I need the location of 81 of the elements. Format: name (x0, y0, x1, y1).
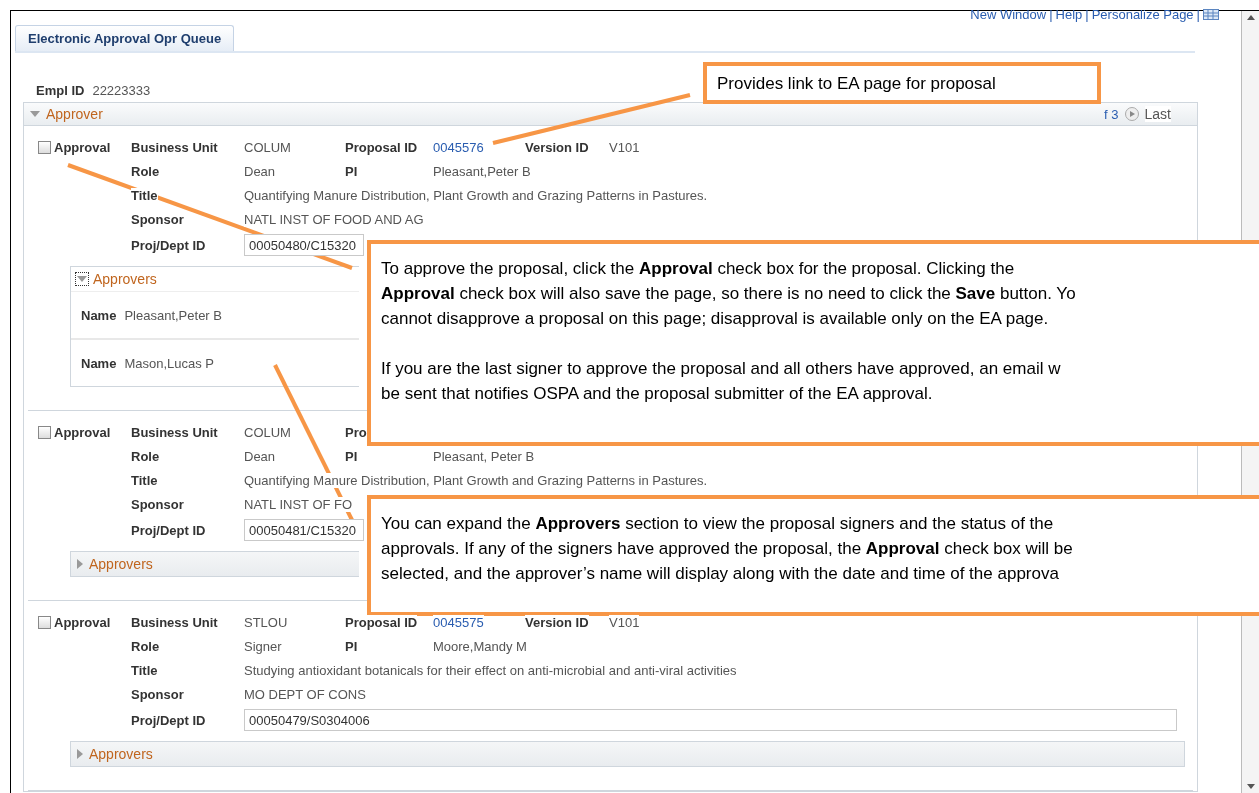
field-value: V101 (609, 140, 640, 155)
checkbox[interactable] (38, 140, 51, 154)
callout-text: Provides link to EA page for proposal (717, 73, 997, 95)
field-label: Role (131, 639, 160, 654)
field-label: Pro (345, 425, 367, 440)
header-link[interactable]: Help (1055, 6, 1083, 22)
approval-checkbox[interactable]: Approval (38, 614, 131, 630)
field-label: Proj/Dept ID (131, 713, 206, 728)
approvers-header[interactable]: Approvers (71, 742, 1184, 766)
field-label: Proposal ID (345, 140, 418, 155)
callout-text: be sent that notifies OSPA and the proposal submitter of the EA approval. (381, 383, 934, 405)
input-field[interactable]: 00050479/S0304006 (244, 709, 1177, 731)
field-label: Title (131, 188, 158, 203)
callout-text: If you are the last signer to approve the proposal and all others have approved, an email w (381, 358, 1062, 380)
field-value: NATL INST OF FOOD AND AG (244, 212, 424, 227)
callout-text: selected, and the approver’s name will display along with the date and time of the approva (381, 563, 1060, 585)
page-count: f 3 (1104, 106, 1119, 122)
field-label: Title (131, 473, 158, 488)
proposal-link[interactable]: 0045576 (433, 140, 484, 155)
input-field[interactable]: 00050481/C15320 (244, 519, 364, 541)
field-label: PI (345, 164, 358, 179)
link-separator: | (1049, 6, 1053, 22)
link-separator: | (1085, 6, 1089, 22)
field-label: Version ID (525, 615, 589, 630)
field-value: Quantifying Manure Distribution, Plant Growth and Grazing Patterns in Pastures. (244, 188, 708, 203)
link-separator: | (1196, 6, 1200, 22)
approval-checkbox[interactable]: Approval (38, 424, 131, 440)
callout-text: Approval check box will also save the page, so there is no need to click the Save button. Yo (381, 283, 1077, 305)
field-value: COLUM (244, 140, 291, 155)
collapse-triangle-icon[interactable] (77, 274, 87, 284)
checkbox[interactable] (38, 615, 51, 629)
field-label: Sponsor (131, 212, 184, 227)
callout-text: cannot disapprove a proposal on this page; disapproval is available only on the EA page. (381, 308, 1050, 330)
field-label: Proposal ID (345, 615, 418, 630)
field-label: Version ID (525, 140, 589, 155)
field-value: Quantifying Manure Distribution, Plant Growth and Grazing Patterns in Pastures. (244, 473, 708, 488)
field-label: PI (345, 639, 358, 654)
field-label: Title (131, 663, 158, 678)
field-label: Sponsor (131, 497, 184, 512)
field-value: COLUM (244, 425, 291, 440)
field-value: Pleasant,Peter B (433, 164, 531, 179)
callout-text: You can expand the Approvers section to view the proposal signers and the status of the (381, 513, 1055, 535)
field-value: Pleasant, Peter B (433, 449, 535, 464)
approval-checkbox[interactable]: Approval (38, 139, 131, 155)
field-label: Business Unit (131, 140, 218, 155)
field-value: V101 (609, 615, 640, 630)
field-value: STLOU (244, 615, 288, 630)
field-value: Studying antioxidant botanicals for their effect on anti-microbial and anti-viral activities (244, 663, 737, 678)
field-value: Dean (244, 449, 276, 464)
field-value: Signer (244, 639, 282, 654)
field-label: Role (131, 449, 160, 464)
scroll-up-icon[interactable] (1246, 15, 1255, 20)
header-link[interactable]: Personalize Page (1091, 6, 1194, 22)
expand-triangle-icon[interactable] (75, 559, 85, 569)
field-value: Dean (244, 164, 276, 179)
field-value: NATL INST OF FO (244, 497, 353, 512)
collapse-triangle-icon[interactable] (30, 109, 40, 119)
proposal-link[interactable]: 0045575 (433, 615, 484, 630)
callout-text: To approve the proposal, click the Approval check box for the proposal. Clicking the (381, 258, 1016, 280)
page-tab[interactable]: Electronic Approval Opr Queue (15, 25, 235, 51)
field-label: Empl ID (36, 83, 85, 98)
approvers-header[interactable]: Approvers (71, 552, 359, 576)
field-label: PI (345, 449, 358, 464)
field-value: Moore,Mandy M (433, 639, 527, 654)
field-label: Business Unit (131, 615, 218, 630)
checkbox[interactable] (38, 425, 51, 439)
header-link[interactable]: New Window (970, 6, 1047, 22)
field-value: MO DEPT OF CONS (244, 687, 366, 702)
callout-text: approvals. If any of the signers have approved the proposal, the Approval check box will be (381, 538, 1074, 560)
field-label: Proj/Dept ID (131, 238, 206, 253)
field-value: 22223333 (92, 83, 151, 98)
section-header[interactable]: Approver f 3 Last (24, 102, 1197, 126)
field-label: Sponsor (131, 687, 184, 702)
scroll-down-icon[interactable] (1246, 784, 1255, 789)
grid-icon[interactable] (1203, 8, 1219, 20)
expand-triangle-icon[interactable] (75, 749, 85, 759)
input-field[interactable]: 00050480/C15320 (244, 234, 364, 256)
field-label: Role (131, 164, 160, 179)
field-label: Proj/Dept ID (131, 523, 206, 538)
last-link[interactable]: Last (1144, 106, 1171, 122)
field-label: Business Unit (131, 425, 218, 440)
